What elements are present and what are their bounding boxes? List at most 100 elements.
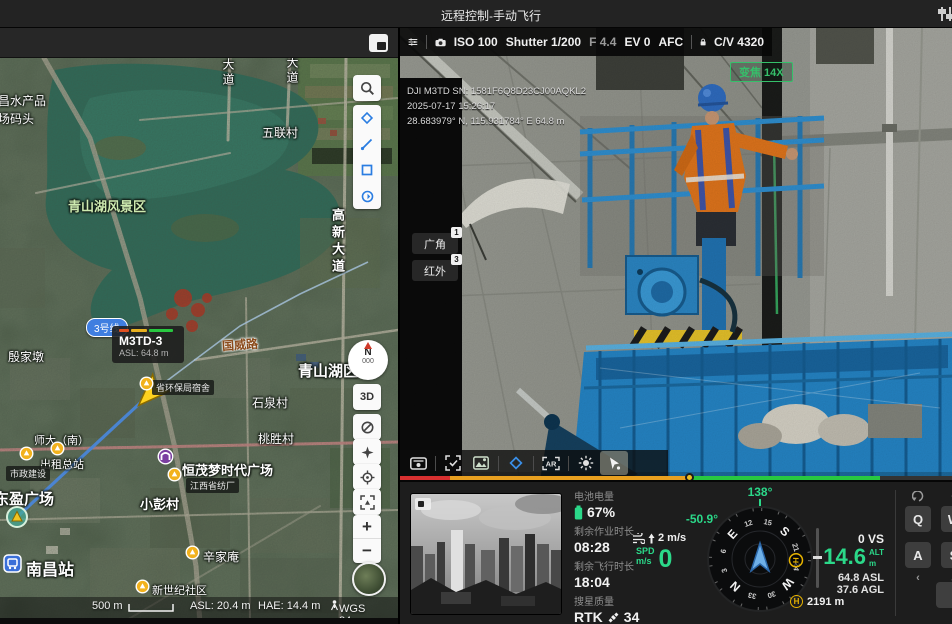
gnss-value: RTK 34 — [574, 609, 666, 624]
map-datum: WGS 84 — [330, 600, 339, 613]
map-scale-bar — [128, 602, 174, 616]
map-pin-poi[interactable] — [19, 446, 34, 466]
zoom-out-button[interactable]: − — [353, 539, 381, 563]
map-scale-label: 500 m — [92, 600, 123, 612]
search-icon — [360, 81, 375, 96]
divider — [568, 456, 569, 471]
map-pin-poi[interactable] — [185, 545, 200, 565]
key-w-button[interactable]: W — [941, 506, 952, 532]
map-pin-poi[interactable] — [139, 376, 154, 396]
focus-mode-setting[interactable]: AFC — [658, 35, 683, 49]
checklist-button[interactable] — [439, 451, 467, 475]
spd-value: 0 — [659, 546, 673, 572]
draw-circle-button[interactable] — [353, 183, 381, 209]
dji-pilot-window: 远程控制-手动飞行 — [0, 0, 952, 624]
center-on-home-button[interactable] — [353, 464, 381, 490]
divider — [435, 456, 436, 471]
settings-sliders-icon[interactable] — [938, 6, 952, 22]
svg-text:AR: AR — [546, 459, 557, 468]
waypoint-button[interactable] — [502, 451, 530, 475]
lens-ir-label: 红外 — [424, 263, 446, 279]
draw-line-button[interactable] — [353, 131, 381, 157]
camera-icon[interactable] — [435, 36, 446, 49]
map-pin-button[interactable] — [467, 451, 495, 475]
fit-bounds-button[interactable] — [353, 489, 381, 515]
lens-wide-badge: 1 — [451, 227, 462, 238]
beacon-light-button[interactable] — [572, 451, 600, 475]
draw-waypoint-button[interactable] — [353, 105, 381, 131]
target-icon — [360, 470, 375, 485]
map-pins — [0, 58, 398, 624]
map-3d-label: 3D — [360, 391, 374, 403]
top-status-bar: 远程控制-手动飞行 — [0, 0, 952, 28]
spd-label: SPD — [636, 546, 655, 556]
key-q-button[interactable]: Q — [905, 506, 931, 532]
key-a-button[interactable]: A — [905, 542, 931, 568]
center-on-aircraft-button[interactable] — [353, 439, 381, 465]
zoom-level-badge: 变焦 14X — [730, 62, 793, 82]
map-asl-value: ASL: 20.4 m — [190, 600, 251, 612]
map-clear-route-button[interactable] — [353, 414, 381, 440]
aperture-setting[interactable]: F 4.4 — [589, 35, 616, 49]
map-toolbar — [0, 28, 398, 58]
asl-value: 64.8 ASL — [804, 572, 884, 584]
scan-check-icon — [445, 455, 461, 471]
circle-slash-icon — [360, 420, 375, 435]
shutter-setting[interactable]: Shutter 1/200 — [506, 35, 581, 49]
camera-feed[interactable] — [400, 28, 952, 480]
compass-degrees: 000 — [348, 358, 388, 366]
chevron-up-icon: ⌃ — [941, 492, 952, 505]
battery-label: 电池电量 — [574, 491, 666, 504]
swap-map-video-icon[interactable] — [369, 34, 388, 52]
map-pin-railway-station[interactable] — [3, 554, 22, 578]
ev-setting[interactable]: EV 0 — [624, 35, 650, 49]
flight-time-value: 18:04 — [574, 574, 666, 590]
zoom-in-button[interactable]: + — [353, 515, 381, 539]
map-pin-home-point[interactable] — [5, 505, 29, 534]
diamond-icon — [360, 111, 374, 125]
iso-setting[interactable]: ISO 100 — [454, 35, 498, 49]
storage-setting[interactable]: C/V 4320 — [714, 35, 764, 49]
spd-unit: m/s — [636, 556, 655, 566]
alt-label: ALT — [869, 548, 884, 557]
compass-north-label: N — [348, 348, 388, 358]
wind-icon — [632, 533, 645, 544]
secondary-view-thumbnail[interactable] — [410, 493, 562, 615]
battery-value: 67% — [574, 504, 666, 520]
media-library-button[interactable] — [404, 451, 432, 475]
map-draw-tools — [353, 105, 381, 209]
map-compass-button[interactable]: N 000 — [348, 340, 388, 380]
ar-overlay-button[interactable]: AR — [537, 451, 565, 475]
map-pin-metro[interactable] — [157, 448, 174, 470]
wind-direction-arrow — [648, 533, 655, 544]
wind-value: 2 m/s — [658, 532, 686, 544]
lens-wide-button[interactable]: 广角 1 — [412, 233, 458, 254]
compass-needle-icon — [364, 342, 372, 349]
divider — [498, 456, 499, 471]
aircraft-icon — [360, 445, 375, 460]
map-layer-switcher[interactable] — [352, 562, 386, 596]
lens-ir-badge: 3 — [451, 254, 462, 265]
map-3d-toggle-button[interactable]: 3D — [353, 384, 381, 410]
altitude-display: 14.6 ALT m — [804, 546, 884, 568]
battery-icon — [574, 505, 583, 520]
flight-mode-status-dot — [425, 10, 434, 19]
camera-menu-icon[interactable] — [408, 36, 418, 48]
lens-ir-button[interactable]: 红外 3 — [412, 260, 458, 281]
divider — [533, 456, 534, 471]
rotate-left-icon — [905, 491, 931, 505]
map-hae-value: HAE: 14.4 m — [258, 600, 320, 612]
pointer-tool-button[interactable] — [600, 451, 628, 475]
person-icon — [330, 600, 339, 611]
map-search-button[interactable] — [353, 75, 381, 101]
lock-icon — [700, 36, 706, 48]
ar-icon: AR — [542, 456, 560, 471]
map-pin-poi[interactable] — [135, 579, 150, 599]
extra-key-button[interactable] — [936, 582, 952, 608]
ir-view-icon — [415, 498, 431, 510]
draw-polygon-button[interactable] — [353, 157, 381, 183]
alt-unit: m — [869, 559, 884, 568]
satellite-map[interactable]: 南昌水产品市场码头大道大道五联村青山湖风景区高新大道3号线殷家墩国威路青山湖区石… — [0, 58, 398, 624]
key-s-button[interactable]: S — [941, 542, 952, 568]
map-pin-poi[interactable] — [50, 441, 65, 461]
